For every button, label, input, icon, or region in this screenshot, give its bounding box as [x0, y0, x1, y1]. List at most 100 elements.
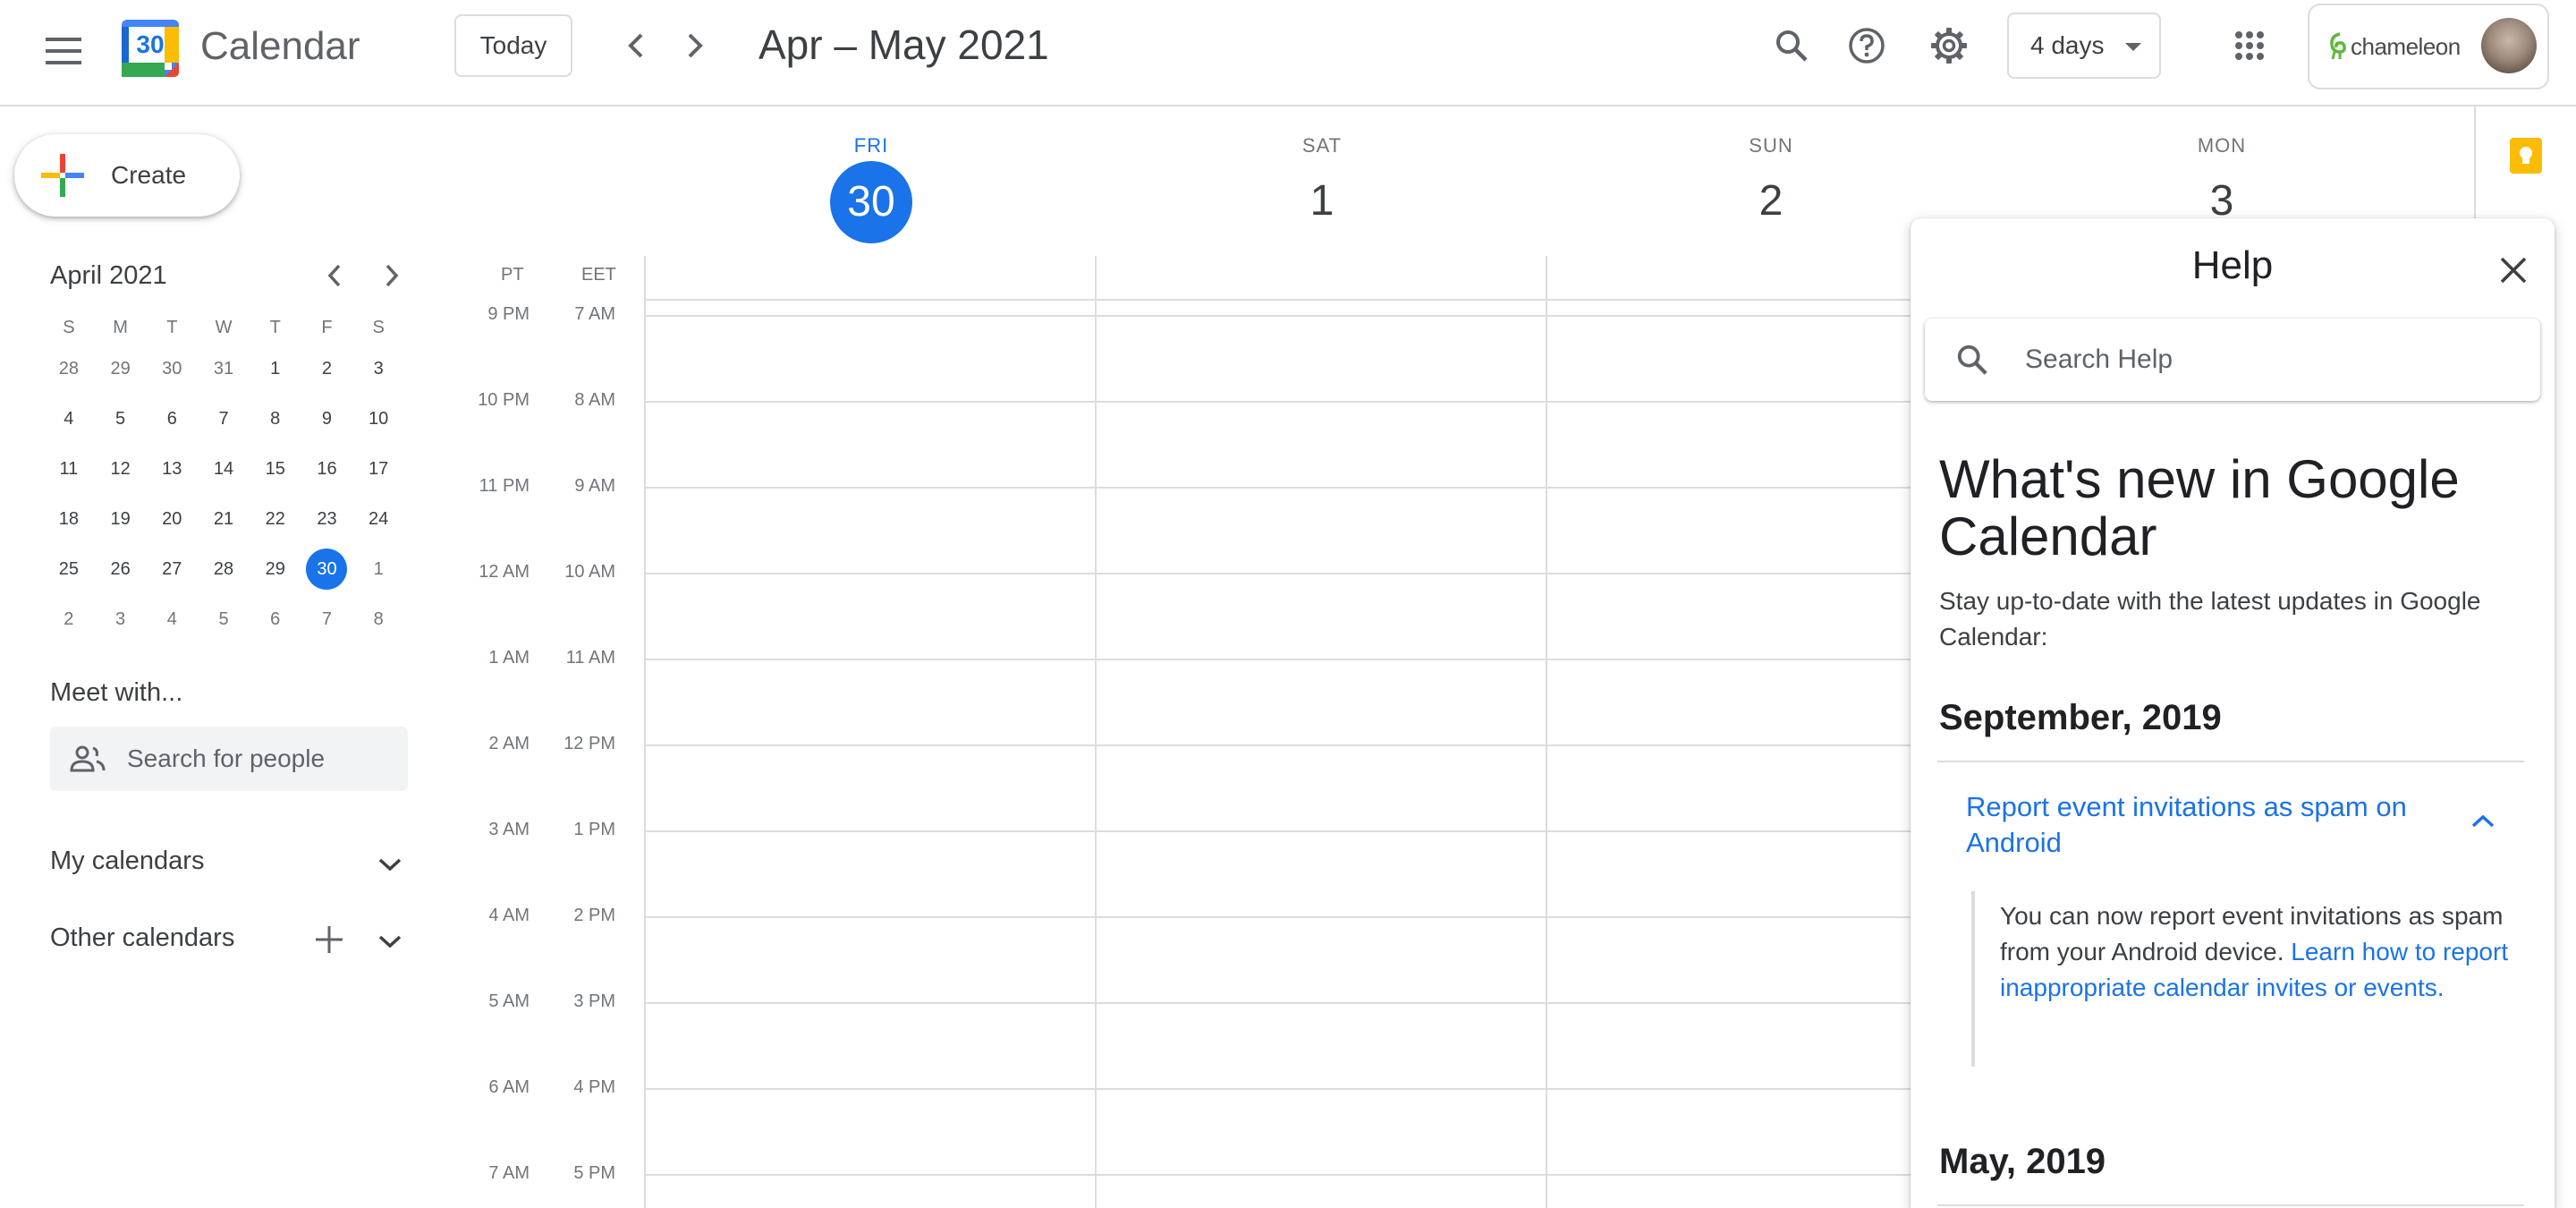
- day-column-header[interactable]: SUN 2: [1717, 134, 1825, 242]
- search-button[interactable]: [1760, 14, 1823, 77]
- search-icon: [1955, 343, 1989, 377]
- mini-calendar-day[interactable]: 9: [301, 398, 353, 439]
- hour-label-secondary: 9 AM: [574, 476, 615, 496]
- keep-lightbulb-icon[interactable]: [2510, 138, 2542, 174]
- article-quote-bar: [1971, 891, 1975, 1067]
- main-menu-button[interactable]: [32, 20, 95, 82]
- other-calendars-heading[interactable]: Other calendars: [50, 923, 234, 953]
- mini-calendar-day[interactable]: 23: [301, 498, 353, 540]
- mini-calendar-day[interactable]: 6: [146, 398, 198, 439]
- hour-gridline: [644, 573, 1914, 574]
- help-panel: Help Search Help What's new in Google Ca…: [1911, 218, 2555, 1208]
- hour-gridline: [644, 487, 1914, 489]
- other-calendars-expand-button[interactable]: [370, 922, 410, 961]
- mini-calendar-day[interactable]: 28: [43, 348, 95, 389]
- help-close-button[interactable]: [2488, 245, 2538, 295]
- mini-calendar-day-number: 8: [373, 608, 384, 629]
- mini-calendar-day[interactable]: 11: [43, 448, 95, 489]
- day-column-header[interactable]: FRI 30: [818, 134, 925, 243]
- mini-calendar-day[interactable]: 2: [43, 599, 95, 640]
- mini-calendar-week: 28 29 30 31 1 2 3: [43, 344, 404, 394]
- avatar[interactable]: [2481, 18, 2537, 73]
- mini-calendar-day[interactable]: 2: [301, 348, 353, 389]
- hour-label-primary: 1 AM: [488, 648, 530, 668]
- my-calendars-heading[interactable]: My calendars: [50, 846, 204, 876]
- mini-calendar-day[interactable]: 16: [301, 448, 353, 489]
- mini-calendar-day[interactable]: 8: [352, 599, 404, 640]
- today-button[interactable]: Today: [454, 14, 572, 77]
- article-collapse-button[interactable]: [2463, 802, 2503, 841]
- mini-calendar-day[interactable]: 1: [250, 348, 301, 389]
- settings-button[interactable]: [1918, 14, 1980, 77]
- day-number-text: 2: [1758, 177, 1784, 225]
- mini-calendar-day-number: 8: [270, 408, 281, 429]
- mini-calendar-day[interactable]: 21: [198, 498, 250, 540]
- mini-calendar-day[interactable]: 6: [250, 599, 301, 640]
- mini-calendar-day[interactable]: 13: [146, 448, 198, 489]
- mini-calendar-day[interactable]: 29: [95, 348, 147, 389]
- weekday-header: F: [321, 317, 333, 337]
- mini-calendar-day[interactable]: 20: [146, 498, 198, 540]
- mini-calendar-day[interactable]: 15: [250, 448, 301, 489]
- mini-calendar-day[interactable]: 4: [146, 599, 198, 640]
- mini-calendar-day[interactable]: 7: [301, 599, 353, 640]
- mini-calendar-day[interactable]: 24: [352, 498, 404, 540]
- account-switcher[interactable]: chameleon: [2308, 4, 2549, 89]
- mini-calendar-day[interactable]: 25: [43, 549, 95, 590]
- mini-calendar-day-selected[interactable]: 30: [301, 549, 353, 590]
- timezone-secondary-label: EET: [581, 265, 616, 285]
- day-column-header[interactable]: SAT 1: [1268, 134, 1376, 242]
- mini-calendar-day[interactable]: 17: [352, 448, 404, 489]
- mini-calendar-day[interactable]: 12: [95, 448, 147, 489]
- search-icon: [1774, 28, 1809, 64]
- hour-label-secondary: 8 AM: [574, 390, 615, 410]
- mini-calendar-day[interactable]: 29: [250, 549, 301, 590]
- day-name: MON: [2197, 134, 2247, 157]
- mini-calendar-day[interactable]: 26: [95, 549, 147, 590]
- section-divider: [1937, 1204, 2524, 1206]
- hour-gridline: [644, 916, 1914, 918]
- next-period-button[interactable]: [664, 14, 726, 77]
- mini-calendar-day[interactable]: 28: [198, 549, 250, 590]
- mini-calendar-day[interactable]: 10: [352, 398, 404, 439]
- mini-calendar-day[interactable]: 18: [43, 498, 95, 540]
- add-other-calendar-button[interactable]: [309, 920, 349, 959]
- day-number[interactable]: 2: [1717, 161, 1825, 242]
- mini-calendar-day[interactable]: 27: [146, 549, 198, 590]
- update-section-heading: May, 2019: [1939, 1142, 2106, 1181]
- people-icon: [70, 745, 106, 772]
- mini-calendar-day[interactable]: 4: [43, 398, 95, 439]
- mini-calendar-next-button[interactable]: [370, 254, 413, 297]
- mini-calendar-day[interactable]: 3: [95, 599, 147, 640]
- mini-calendar-day[interactable]: 22: [250, 498, 301, 540]
- hour-gridline: [644, 1088, 1914, 1090]
- create-button[interactable]: Create: [14, 134, 240, 217]
- calendar-logo-icon[interactable]: 30: [122, 20, 179, 77]
- mini-calendar-day[interactable]: 1: [352, 549, 404, 590]
- mini-calendar-day[interactable]: 5: [198, 599, 250, 640]
- mini-calendar-day[interactable]: 30: [146, 348, 198, 389]
- previous-period-button[interactable]: [605, 14, 667, 77]
- mini-calendar-day[interactable]: 5: [95, 398, 147, 439]
- mini-calendar-day[interactable]: 7: [198, 398, 250, 439]
- people-search-input[interactable]: Search for people: [50, 727, 408, 791]
- mini-calendar-day[interactable]: 31: [198, 348, 250, 389]
- day-number[interactable]: 1: [1268, 161, 1376, 242]
- mini-calendar-day[interactable]: 19: [95, 498, 147, 540]
- today-date-badge: 30: [830, 161, 912, 243]
- google-apps-button[interactable]: [2218, 14, 2281, 77]
- view-selector[interactable]: 4 days: [2007, 13, 2161, 79]
- article-body: You can now report event invitations as …: [2000, 898, 2510, 1006]
- day-number[interactable]: 30: [818, 161, 925, 243]
- my-calendars-expand-button[interactable]: [370, 845, 410, 884]
- mini-calendar-prev-button[interactable]: [313, 254, 356, 297]
- mini-calendar-day[interactable]: 8: [250, 398, 301, 439]
- help-search-field[interactable]: Search Help: [1925, 319, 2540, 401]
- help-button[interactable]: [1835, 14, 1898, 77]
- mini-calendar-day-number: 2: [321, 358, 333, 379]
- mini-calendar-day-number: 10: [369, 408, 389, 429]
- mini-calendar-day-number: 4: [166, 608, 177, 629]
- mini-calendar-day[interactable]: 14: [198, 448, 250, 489]
- article-title-link[interactable]: Report event invitations as spam on Andr…: [1966, 789, 2467, 861]
- mini-calendar-day[interactable]: 3: [352, 348, 404, 389]
